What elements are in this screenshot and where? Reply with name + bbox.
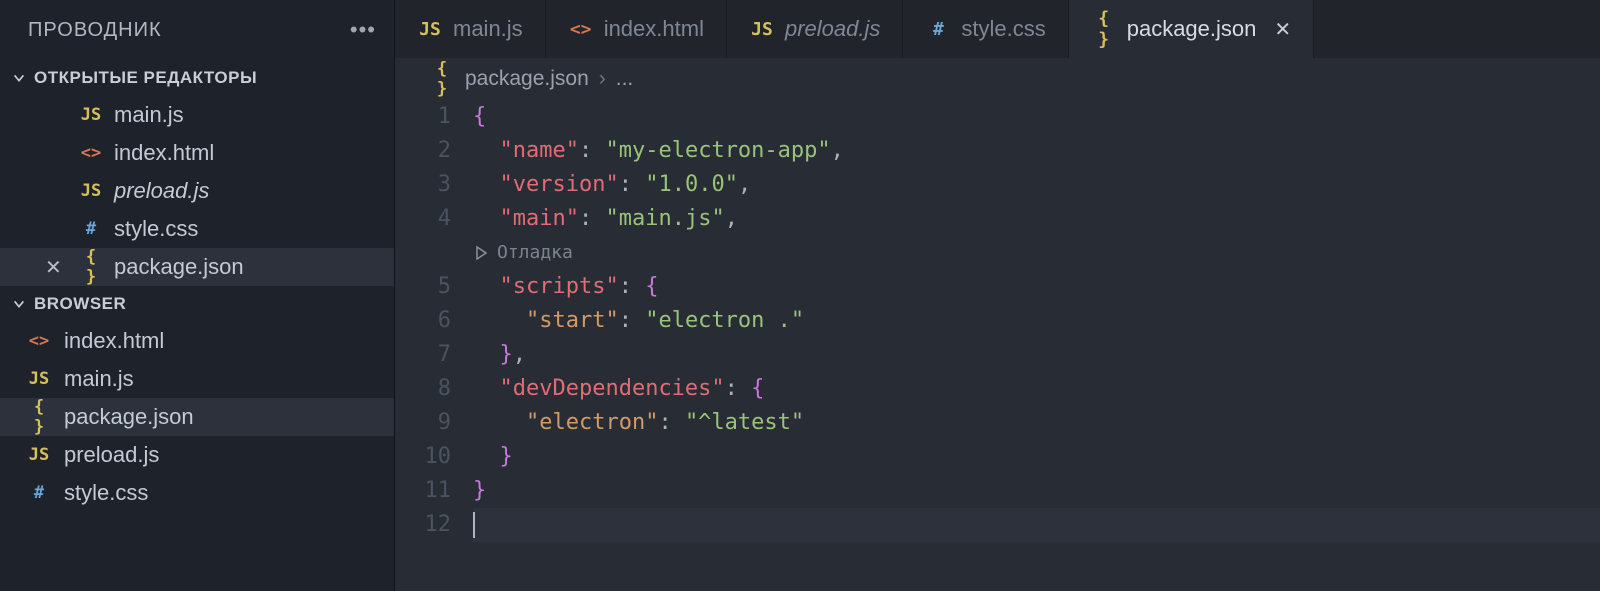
codelens-label: Отладка — [497, 236, 573, 270]
open-editors-section-header[interactable]: ОТКРЫТЫЕ РЕДАКТОРЫ — [0, 60, 394, 96]
html-icon: <> — [78, 143, 104, 163]
line-number: 10 — [395, 440, 451, 474]
html-icon: <> — [26, 331, 52, 351]
breadcrumb[interactable]: { } package.json › ... — [395, 58, 1600, 100]
js-icon: JS — [749, 19, 775, 40]
line-number: 9 — [395, 406, 451, 440]
editor-tab[interactable]: <> index.html — [546, 0, 727, 58]
line-number: 8 — [395, 372, 451, 406]
explorer-file-item[interactable]: JS preload.js — [0, 436, 394, 474]
tab-label: index.html — [604, 16, 704, 42]
browser-section-header[interactable]: BROWSER — [0, 286, 394, 322]
file-name: style.css — [114, 216, 198, 242]
css-icon: # — [925, 19, 951, 40]
chevron-down-icon — [12, 297, 26, 311]
line-number: 6 — [395, 304, 451, 338]
line-number: 2 — [395, 134, 451, 168]
file-name: package.json — [114, 254, 244, 280]
file-name: package.json — [64, 404, 194, 430]
explorer-file-item[interactable]: <> index.html — [0, 322, 394, 360]
line-number: 11 — [395, 474, 451, 508]
line-number: 7 — [395, 338, 451, 372]
line-number: 1 — [395, 100, 451, 134]
codelens-debug[interactable]: Отладка — [473, 236, 1600, 270]
js-icon: JS — [26, 369, 52, 389]
more-icon[interactable]: ••• — [350, 17, 376, 43]
explorer-title: ПРОВОДНИК — [28, 19, 162, 42]
js-icon: JS — [78, 181, 104, 201]
explorer-file-item[interactable]: # style.css — [0, 474, 394, 512]
close-icon[interactable]: ✕ — [45, 255, 62, 280]
js-icon: JS — [417, 19, 443, 40]
editor-tab[interactable]: JS main.js — [395, 0, 546, 58]
js-icon: JS — [78, 105, 104, 125]
tab-label: style.css — [961, 16, 1045, 42]
html-icon: <> — [568, 19, 594, 40]
open-editor-item[interactable]: <> index.html — [0, 134, 394, 172]
tab-label: package.json — [1127, 16, 1257, 42]
explorer-file-item[interactable]: JS main.js — [0, 360, 394, 398]
browser-label: BROWSER — [34, 294, 126, 314]
line-number: 5 — [395, 270, 451, 304]
file-name: preload.js — [114, 178, 209, 204]
tab-label: main.js — [453, 16, 523, 42]
close-icon[interactable]: ✕ — [1274, 17, 1291, 42]
json-icon: { } — [429, 59, 455, 99]
json-icon: { } — [1091, 8, 1117, 50]
explorer-file-item[interactable]: { } package.json — [0, 398, 394, 436]
editor-tab[interactable]: # style.css — [903, 0, 1068, 58]
breadcrumb-rest: ... — [616, 67, 634, 91]
chevron-down-icon — [12, 71, 26, 85]
play-icon — [473, 245, 489, 261]
tabbar: JS main.js <> index.html JS preload.js # style.… — [395, 0, 1600, 58]
explorer-header: ПРОВОДНИК ••• — [0, 0, 394, 60]
explorer-sidebar: ПРОВОДНИК ••• ОТКРЫТЫЕ РЕДАКТОРЫ JS main.… — [0, 0, 395, 591]
chevron-right-icon: › — [599, 67, 606, 91]
line-number: 4 — [395, 202, 451, 236]
file-name: index.html — [64, 328, 164, 354]
open-editor-item[interactable]: ✕ { } package.json — [0, 248, 394, 286]
file-name: preload.js — [64, 442, 159, 468]
open-editors-list: JS main.js <> index.html JS preload.js # style.… — [0, 96, 394, 286]
file-name: main.js — [114, 102, 184, 128]
css-icon: # — [78, 219, 104, 239]
json-icon: { } — [78, 247, 104, 287]
file-name: style.css — [64, 480, 148, 506]
tab-label: preload.js — [785, 16, 880, 42]
line-number: 3 — [395, 168, 451, 202]
css-icon: # — [26, 483, 52, 503]
line-gutter: 123456789101112 — [395, 100, 473, 591]
breadcrumb-file: package.json — [465, 67, 589, 91]
file-name: main.js — [64, 366, 134, 392]
open-editor-item[interactable]: # style.css — [0, 210, 394, 248]
text-cursor — [473, 512, 475, 538]
file-name: index.html — [114, 140, 214, 166]
line-number: 12 — [395, 508, 451, 542]
editor-tab[interactable]: JS preload.js — [727, 0, 903, 58]
open-editor-item[interactable]: JS main.js — [0, 96, 394, 134]
open-editor-item[interactable]: JS preload.js — [0, 172, 394, 210]
browser-list: <> index.html JS main.js { } package.json JS pr… — [0, 322, 394, 512]
js-icon: JS — [26, 445, 52, 465]
code-content[interactable]: { "name": "my-electron-app", "version": … — [473, 100, 1600, 591]
code-editor[interactable]: 123456789101112 { "name": "my-electron-a… — [395, 100, 1600, 591]
json-icon: { } — [26, 397, 52, 437]
open-editors-label: ОТКРЫТЫЕ РЕДАКТОРЫ — [34, 68, 257, 88]
editor-tab[interactable]: { } package.json ✕ — [1069, 0, 1314, 58]
editor-area: JS main.js <> index.html JS preload.js # style.… — [395, 0, 1600, 591]
